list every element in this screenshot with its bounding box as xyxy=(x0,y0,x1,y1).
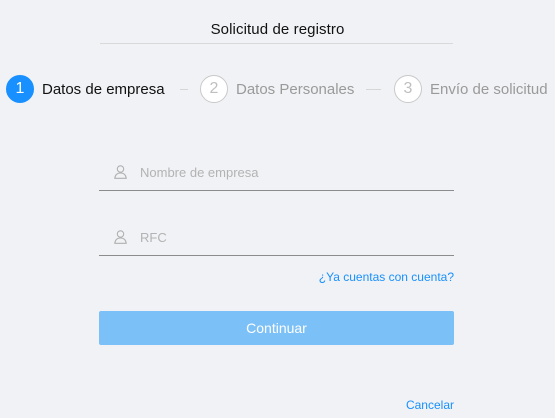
step-3-label: Envío de solicitud xyxy=(430,80,548,98)
step-2-circle: 2 xyxy=(200,75,228,103)
step-1-circle: 1 xyxy=(6,75,34,103)
user-icon xyxy=(113,165,127,179)
step-3-circle: 3 xyxy=(394,75,422,103)
title-divider xyxy=(100,43,453,44)
step-company-data: 1 Datos de empresa xyxy=(6,74,165,104)
has-account-link[interactable]: ¿Ya cuentas con cuenta? xyxy=(319,270,454,284)
step-1-label: Datos de empresa xyxy=(42,80,165,98)
page-title: Solicitud de registro xyxy=(210,21,345,38)
rfc-field xyxy=(99,219,454,256)
rfc-input[interactable] xyxy=(140,229,440,245)
company-name-field xyxy=(99,154,454,191)
step-2-label: Datos Personales xyxy=(236,80,355,98)
steps-indicator: 1 Datos de empresa 2 Datos Personales 3 … xyxy=(0,74,555,104)
continue-button[interactable]: Continuar xyxy=(99,311,454,345)
company-name-input[interactable] xyxy=(140,164,440,180)
cancel-link[interactable]: Cancelar xyxy=(406,398,454,412)
step-connector xyxy=(180,89,188,90)
step-personal-data: 2 Datos Personales xyxy=(200,74,354,104)
step-connector xyxy=(366,89,381,90)
step-submit-request: 3 Envío de solicitud xyxy=(394,74,548,104)
user-icon xyxy=(113,230,127,244)
